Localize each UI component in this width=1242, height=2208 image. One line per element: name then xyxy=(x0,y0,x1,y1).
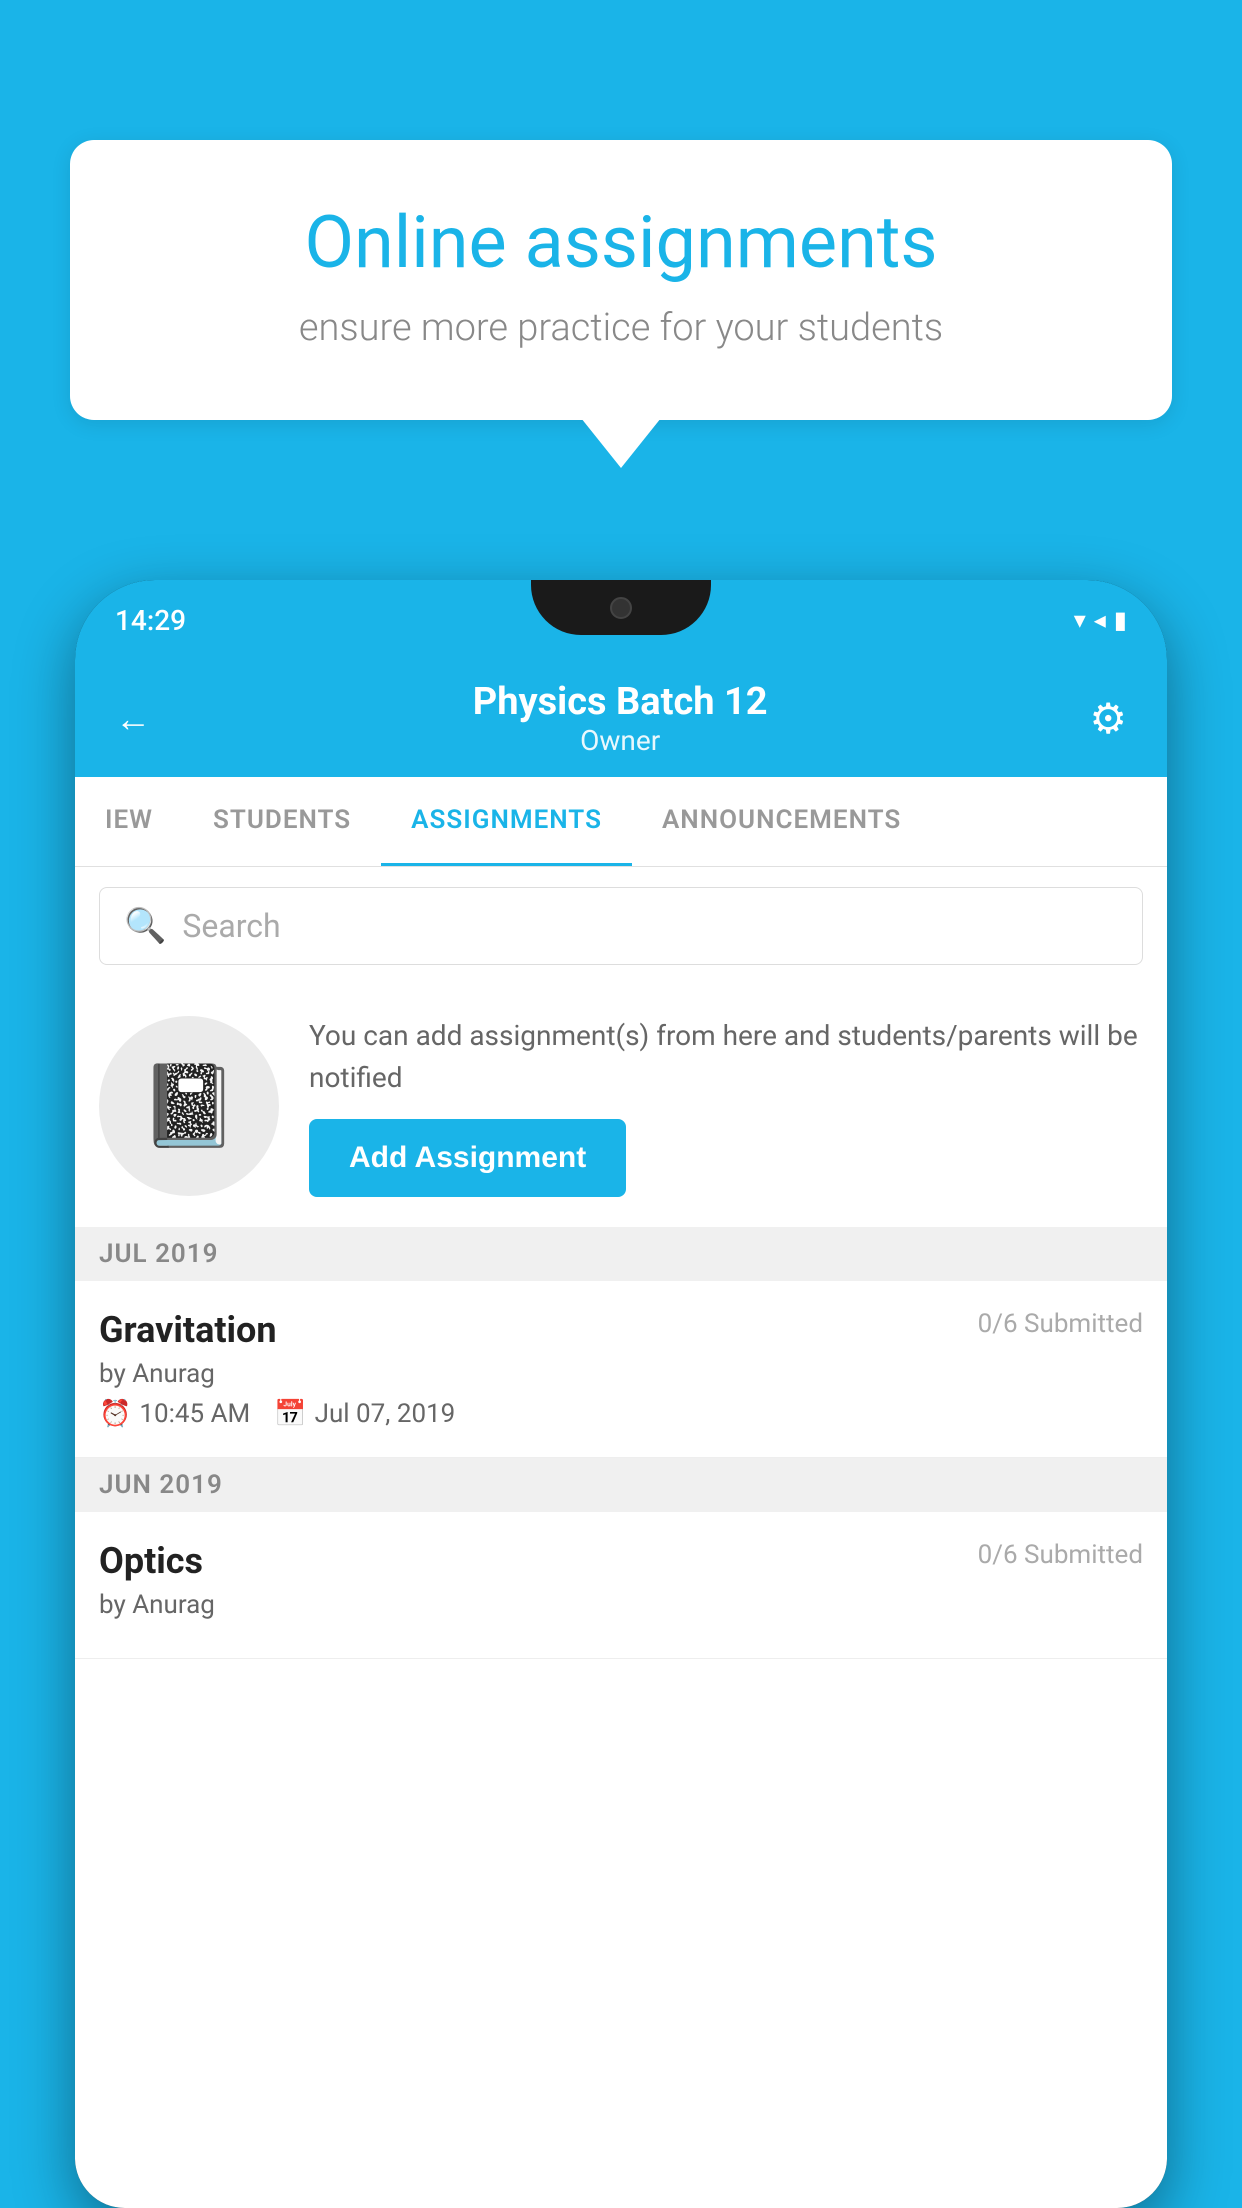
assignment-header: Gravitation 0/6 Submitted xyxy=(99,1309,1143,1351)
assignment-item-optics[interactable]: Optics 0/6 Submitted by Anurag xyxy=(75,1512,1167,1659)
meta-date-gravitation: 📅 Jul 07, 2019 xyxy=(274,1399,455,1429)
phone-camera xyxy=(610,597,632,619)
meta-time-gravitation: ⏰ 10:45 AM xyxy=(99,1399,250,1429)
assignment-meta-gravitation: ⏰ 10:45 AM 📅 Jul 07, 2019 xyxy=(99,1399,1143,1429)
promo-right: You can add assignment(s) from here and … xyxy=(309,1015,1143,1197)
speech-bubble-area: Online assignments ensure more practice … xyxy=(70,140,1172,420)
speech-bubble: Online assignments ensure more practice … xyxy=(70,140,1172,420)
header-center: Physics Batch 12 Owner xyxy=(473,680,768,757)
search-icon: 🔍 xyxy=(124,906,166,946)
assignment-date-gravitation: Jul 07, 2019 xyxy=(315,1399,456,1429)
notebook-icon: 📓 xyxy=(139,1059,239,1153)
bubble-title: Online assignments xyxy=(140,200,1102,286)
promo-text: You can add assignment(s) from here and … xyxy=(309,1015,1143,1099)
search-container: 🔍 Search xyxy=(75,867,1167,985)
clock-icon: ⏰ xyxy=(99,1399,131,1429)
assignment-by-optics: by Anurag xyxy=(99,1590,1143,1620)
signal-icon: ◂ xyxy=(1094,606,1106,634)
assignment-title-optics: Optics xyxy=(99,1540,203,1582)
tab-announcements[interactable]: ANNOUNCEMENTS xyxy=(632,777,931,866)
promo-icon-circle: 📓 xyxy=(99,1016,279,1196)
tabs-bar: IEW STUDENTS ASSIGNMENTS ANNOUNCEMENTS xyxy=(75,777,1167,867)
status-icons: ▾ ◂ ▮ xyxy=(1074,606,1127,634)
phone-notch xyxy=(531,580,711,635)
month-sep-jul: JUL 2019 xyxy=(75,1227,1167,1281)
header-subtitle: Owner xyxy=(473,724,768,757)
phone-screen: ← Physics Batch 12 Owner ⚙ IEW STUDENTS … xyxy=(75,660,1167,2208)
assignment-by-gravitation: by Anurag xyxy=(99,1359,1143,1389)
tab-students[interactable]: STUDENTS xyxy=(183,777,381,866)
phone-frame: 14:29 ▾ ◂ ▮ ← Physics Batch 12 Owner ⚙ I… xyxy=(75,580,1167,2208)
add-assignment-button[interactable]: Add Assignment xyxy=(309,1119,626,1197)
assignment-item-gravitation[interactable]: Gravitation 0/6 Submitted by Anurag ⏰ 10… xyxy=(75,1281,1167,1458)
promo-area: 📓 You can add assignment(s) from here an… xyxy=(75,985,1167,1227)
status-time: 14:29 xyxy=(115,604,186,637)
month-sep-jun: JUN 2019 xyxy=(75,1458,1167,1512)
assignment-title-gravitation: Gravitation xyxy=(99,1309,277,1351)
battery-icon: ▮ xyxy=(1114,606,1127,634)
search-placeholder: Search xyxy=(182,907,280,945)
gear-icon[interactable]: ⚙ xyxy=(1089,694,1127,744)
bubble-subtitle: ensure more practice for your students xyxy=(140,306,1102,350)
calendar-icon: 📅 xyxy=(274,1399,306,1429)
assignment-submitted-optics: 0/6 Submitted xyxy=(978,1540,1143,1570)
assignment-header-optics: Optics 0/6 Submitted xyxy=(99,1540,1143,1582)
tab-assignments[interactable]: ASSIGNMENTS xyxy=(381,777,632,866)
status-bar: 14:29 ▾ ◂ ▮ xyxy=(75,580,1167,660)
wifi-icon: ▾ xyxy=(1074,606,1086,634)
assignment-submitted-gravitation: 0/6 Submitted xyxy=(978,1309,1143,1339)
assignment-time-gravitation: 10:45 AM xyxy=(139,1399,250,1429)
back-button[interactable]: ← xyxy=(115,698,151,740)
header-title: Physics Batch 12 xyxy=(473,680,768,724)
tab-iew[interactable]: IEW xyxy=(75,777,183,866)
app-header: ← Physics Batch 12 Owner ⚙ xyxy=(75,660,1167,777)
search-bar[interactable]: 🔍 Search xyxy=(99,887,1143,965)
